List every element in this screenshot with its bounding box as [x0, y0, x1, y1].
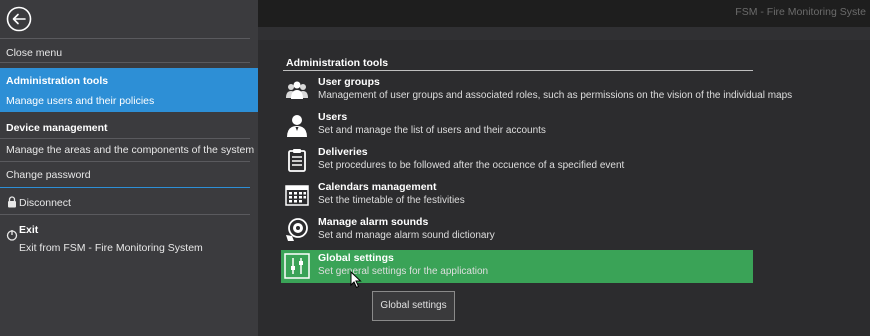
user-groups-icon — [286, 81, 308, 99]
tool-title: User groups — [318, 76, 380, 88]
mouse-cursor-icon — [350, 271, 362, 289]
menu-item-change-password[interactable]: Change password — [6, 169, 91, 181]
user-icon — [287, 115, 307, 137]
menu-item-device-management[interactable]: Device management — [6, 122, 108, 134]
app-title: FSM - Fire Monitoring Syste — [735, 6, 866, 18]
tool-users[interactable]: Users Set and manage the list of users a… — [281, 109, 753, 142]
tool-title: Calendars management — [318, 181, 437, 193]
tool-calendars-management[interactable]: Calendars management Set the timetable o… — [281, 179, 753, 212]
tool-manage-alarm-sounds[interactable]: Manage alarm sounds Set and manage alarm… — [281, 214, 753, 247]
tool-desc: Set procedures to be followed after the … — [318, 160, 625, 171]
tool-desc: Set and manage alarm sound dictionary — [318, 230, 495, 241]
menu-item-desc: Manage users and their policies — [6, 95, 155, 107]
menu-separator — [0, 138, 250, 139]
menu-item-title: Administration tools — [6, 75, 109, 87]
tool-title: Global settings — [318, 252, 394, 264]
clipboard-icon — [288, 149, 306, 172]
section-title: Administration tools — [286, 57, 389, 69]
tool-title: Users — [318, 111, 348, 123]
tooltip: Global settings — [372, 291, 455, 321]
menu-item-disconnect[interactable]: Disconnect — [19, 197, 71, 209]
lock-icon — [8, 196, 16, 208]
menu-item-desc[interactable]: Manage the areas and the components of t… — [6, 144, 254, 156]
title-bar: FSM - Fire Monitoring Syste — [258, 0, 870, 27]
tool-desc: Set and manage the list of users and the… — [318, 125, 546, 136]
menu-separator — [0, 214, 250, 215]
tool-desc: Set general settings for the application — [318, 266, 489, 277]
menu-separator — [0, 187, 250, 188]
menu-separator — [0, 62, 250, 63]
menu-separator — [0, 38, 250, 39]
tool-title: Deliveries — [318, 146, 368, 158]
tool-user-groups[interactable]: User groups Management of user groups an… — [281, 74, 792, 107]
sliders-icon — [284, 253, 310, 279]
close-menu-item[interactable]: Close menu — [6, 47, 62, 59]
menu-item-desc[interactable]: Exit from FSM - Fire Monitoring System — [19, 242, 203, 254]
calendar-icon — [285, 185, 309, 206]
alarm-sound-icon — [286, 218, 308, 241]
menu-item-exit[interactable]: Exit — [19, 224, 38, 236]
tool-desc: Management of user groups and associated… — [318, 90, 793, 101]
toolbar-strip — [258, 27, 870, 40]
back-arrow-icon[interactable] — [6, 6, 32, 32]
section-underline — [283, 70, 753, 71]
tool-desc: Set the timetable of the festivities — [318, 195, 465, 206]
tool-deliveries[interactable]: Deliveries Set procedures to be followed… — [281, 144, 753, 177]
menu-separator — [0, 161, 250, 162]
tool-title: Manage alarm sounds — [318, 216, 429, 228]
power-icon — [6, 230, 18, 241]
